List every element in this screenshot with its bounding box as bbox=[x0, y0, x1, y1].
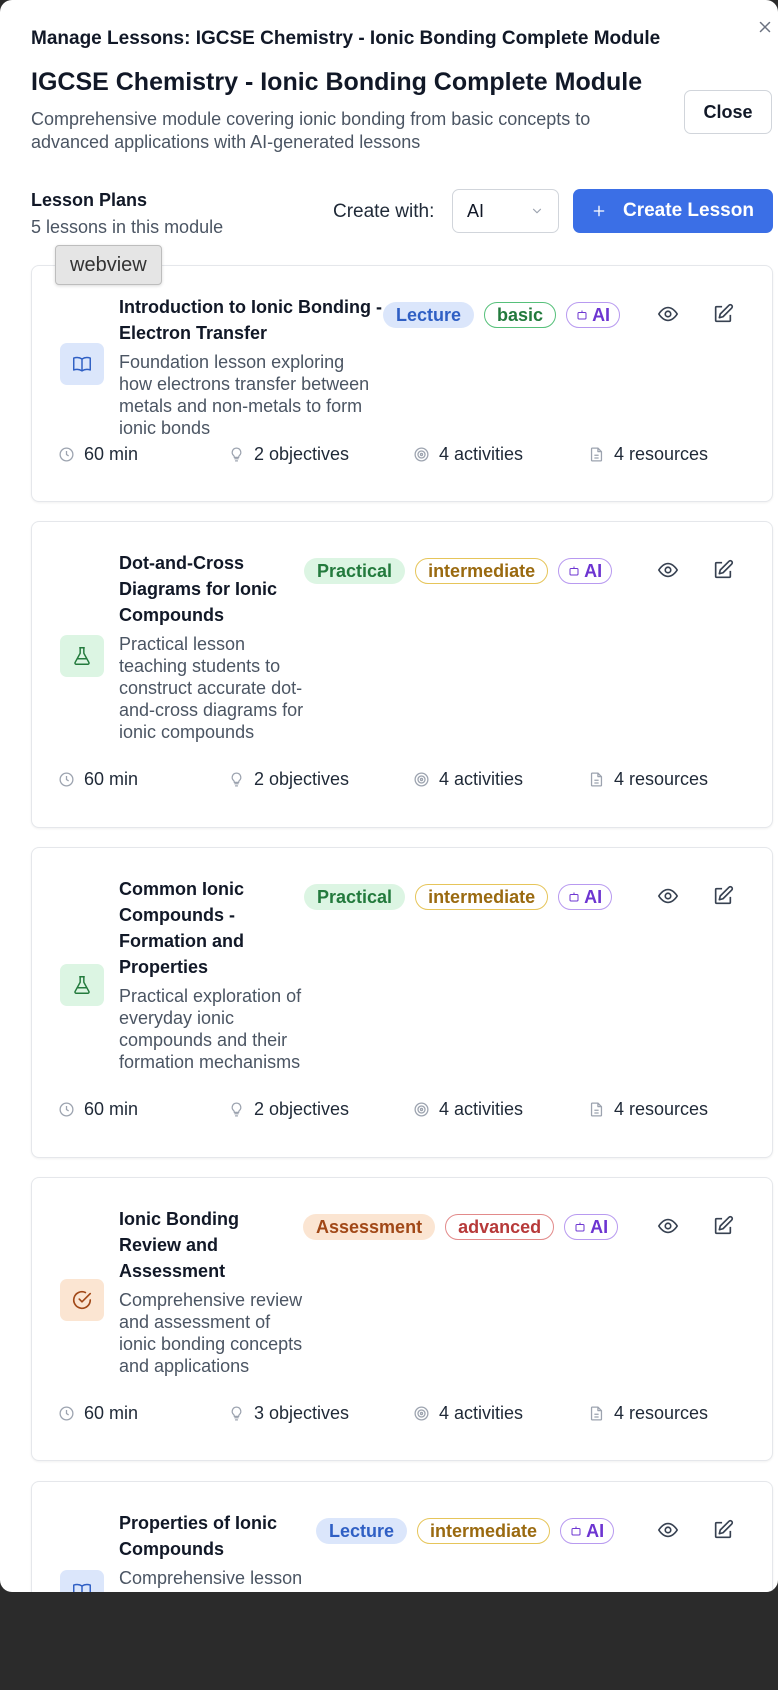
webview-tooltip: webview bbox=[55, 245, 162, 285]
edit-icon[interactable] bbox=[712, 1519, 734, 1541]
lesson-description: Practical exploration of everyday ionic … bbox=[119, 986, 302, 1072]
create-lesson-button[interactable]: Create Lesson bbox=[573, 189, 773, 233]
robot-icon bbox=[569, 892, 579, 902]
check-circle-icon bbox=[60, 1279, 104, 1321]
lesson-description: Foundation lesson exploring how electron… bbox=[119, 352, 370, 438]
dialog-title: Manage Lessons: IGCSE Chemistry - Ionic … bbox=[31, 28, 661, 49]
lesson-card: Common Ionic Compounds - Formation and P… bbox=[31, 847, 773, 1158]
resources-count: 4 resources bbox=[614, 1402, 709, 1423]
lesson-level-badge: basic bbox=[484, 302, 557, 328]
eye-icon[interactable] bbox=[657, 1519, 679, 1541]
ai-badge: AI bbox=[566, 302, 621, 328]
create-with-select[interactable]: AI bbox=[452, 189, 559, 233]
eye-icon[interactable] bbox=[657, 559, 679, 581]
ai-badge: AI bbox=[564, 1214, 619, 1240]
robot-icon bbox=[569, 566, 579, 576]
duration: 60 min bbox=[84, 1402, 139, 1423]
lesson-type-badge: Assessment bbox=[303, 1214, 436, 1240]
edit-icon[interactable] bbox=[712, 559, 734, 581]
resources-count: 4 resources bbox=[614, 443, 709, 464]
clock-icon bbox=[59, 1101, 74, 1117]
target-icon bbox=[414, 1405, 429, 1421]
edit-icon[interactable] bbox=[712, 1215, 734, 1237]
lesson-title: Introduction to Ionic Bonding - Electron… bbox=[119, 297, 382, 343]
clock-icon bbox=[59, 771, 74, 787]
ai-badge: AI bbox=[558, 558, 613, 584]
lesson-title: Dot-and-Cross Diagrams for Ionic Compoun… bbox=[119, 553, 278, 625]
lesson-type-badge: Practical bbox=[304, 884, 406, 910]
file-icon bbox=[590, 1405, 603, 1421]
activities-count: 4 activities bbox=[439, 443, 524, 464]
lesson-card: Introduction to Ionic Bonding - Electron… bbox=[31, 265, 773, 502]
chevron-down-icon bbox=[532, 208, 542, 214]
lesson-level-badge: intermediate bbox=[415, 884, 549, 910]
lesson-title: Common Ionic Compounds - Formation and P… bbox=[119, 879, 244, 977]
objectives-count: 2 objectives bbox=[254, 768, 350, 789]
lesson-type-badge: Practical bbox=[304, 558, 406, 584]
target-icon bbox=[414, 771, 429, 787]
eye-icon[interactable] bbox=[657, 303, 679, 325]
resources-count: 4 resources bbox=[614, 1098, 709, 1119]
file-icon bbox=[590, 446, 603, 462]
eye-icon[interactable] bbox=[657, 885, 679, 907]
lesson-title: Properties of Ionic Compounds bbox=[119, 1513, 278, 1559]
ai-badge: AI bbox=[558, 884, 613, 910]
duration: 60 min bbox=[84, 443, 139, 464]
book-icon bbox=[60, 1570, 104, 1592]
manage-lessons-dialog: Manage Lessons: IGCSE Chemistry - Ionic … bbox=[0, 0, 778, 1592]
ai-badge: AI bbox=[560, 1518, 615, 1544]
lesson-card: Ionic Bonding Review and Assessment Comp… bbox=[31, 1177, 773, 1461]
lightbulb-icon bbox=[231, 1101, 242, 1117]
lightbulb-icon bbox=[231, 446, 242, 462]
target-icon bbox=[414, 1101, 429, 1117]
flask-icon bbox=[60, 964, 104, 1006]
lesson-level-badge: advanced bbox=[445, 1214, 555, 1240]
robot-icon bbox=[577, 310, 587, 320]
duration: 60 min bbox=[84, 1098, 139, 1119]
robot-icon bbox=[571, 1526, 581, 1536]
file-icon bbox=[590, 771, 603, 787]
lesson-count: 5 lessons in this module bbox=[31, 217, 224, 237]
flask-icon bbox=[60, 635, 104, 677]
create-with-value: AI bbox=[467, 200, 485, 221]
book-icon bbox=[60, 343, 104, 385]
lesson-description: Comprehensive review and assessment of i… bbox=[119, 1290, 303, 1376]
file-icon bbox=[590, 1101, 603, 1117]
target-icon bbox=[414, 446, 429, 462]
module-title: IGCSE Chemistry - Ionic Bonding Complete… bbox=[31, 68, 643, 96]
create-lesson-label: Create Lesson bbox=[623, 200, 754, 221]
objectives-count: 3 objectives bbox=[254, 1402, 350, 1423]
objectives-count: 2 objectives bbox=[254, 1098, 350, 1119]
module-description: Comprehensive module covering ionic bond… bbox=[31, 109, 591, 152]
plus-icon bbox=[593, 205, 605, 217]
lightbulb-icon bbox=[231, 1405, 242, 1421]
lesson-card: Dot-and-Cross Diagrams for Ionic Compoun… bbox=[31, 521, 773, 828]
lesson-plans-heading: Lesson Plans bbox=[31, 190, 148, 210]
lesson-type-badge: Lecture bbox=[383, 302, 475, 328]
lesson-type-badge: Lecture bbox=[316, 1518, 408, 1544]
resources-count: 4 resources bbox=[614, 768, 709, 789]
clock-icon bbox=[59, 446, 74, 462]
edit-icon[interactable] bbox=[712, 885, 734, 907]
lesson-description: Practical lesson teaching students to co… bbox=[119, 634, 304, 742]
eye-icon[interactable] bbox=[657, 1215, 679, 1237]
lesson-description: Comprehensive lesson exploring the relat… bbox=[119, 1568, 303, 1592]
lesson-level-badge: intermediate bbox=[417, 1518, 551, 1544]
backdrop bbox=[0, 1592, 778, 1690]
close-button[interactable]: Close bbox=[684, 90, 772, 134]
robot-icon bbox=[575, 1222, 585, 1232]
close-icon[interactable] bbox=[756, 18, 774, 36]
duration: 60 min bbox=[84, 768, 139, 789]
clock-icon bbox=[59, 1405, 74, 1421]
lightbulb-icon bbox=[231, 771, 242, 787]
objectives-count: 2 objectives bbox=[254, 443, 350, 464]
activities-count: 4 activities bbox=[439, 1402, 524, 1423]
activities-count: 4 activities bbox=[439, 1098, 524, 1119]
edit-icon[interactable] bbox=[712, 303, 734, 325]
lesson-title: Ionic Bonding Review and Assessment bbox=[119, 1209, 239, 1281]
create-with-label: Create with: bbox=[333, 201, 435, 222]
lesson-card: Properties of Ionic Compounds Comprehens… bbox=[31, 1481, 773, 1592]
lesson-level-badge: intermediate bbox=[415, 558, 549, 584]
activities-count: 4 activities bbox=[439, 768, 524, 789]
